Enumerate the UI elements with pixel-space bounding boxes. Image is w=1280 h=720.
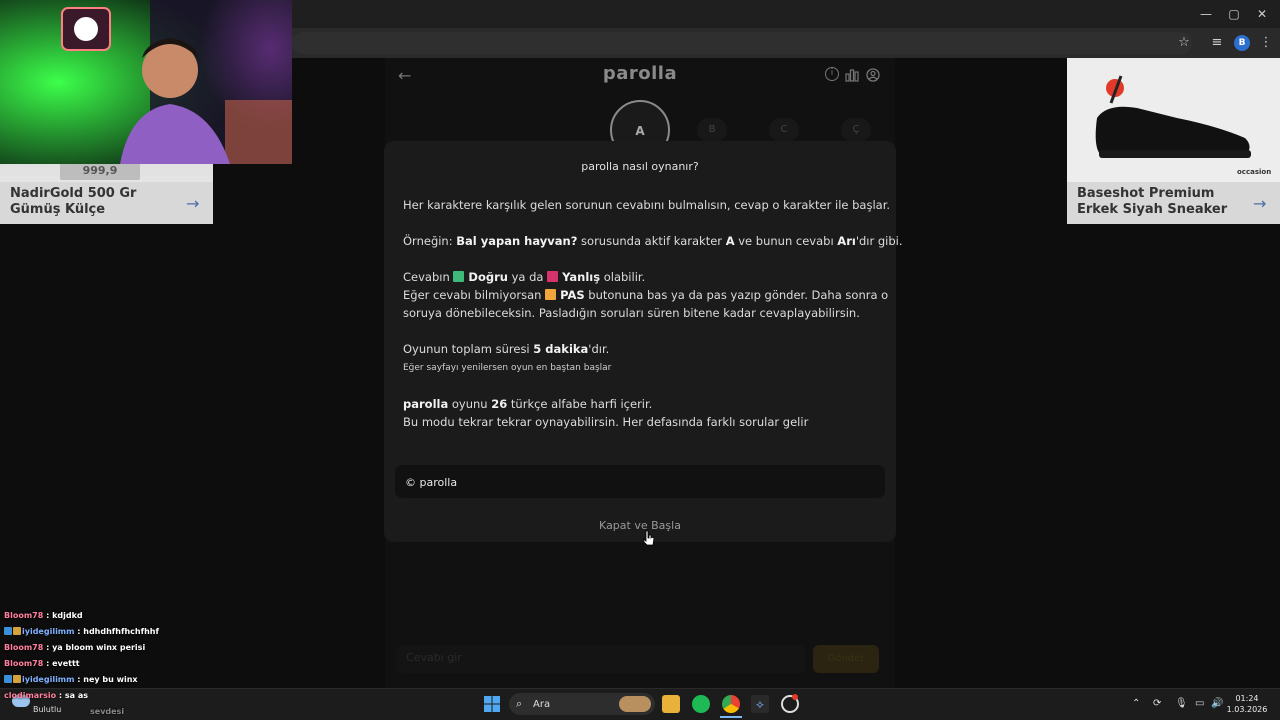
mouse-cursor-icon — [643, 530, 655, 546]
rule-refresh-note: Eğer sayfayı yenilersen oyun en baştan b… — [403, 363, 612, 373]
star-icon[interactable]: ☆ — [1176, 35, 1192, 51]
chat-message: iyidegilimm : ney bu winx — [4, 675, 138, 684]
letter-c-cedilla: Ç — [841, 118, 871, 142]
rule-duration: Oyunun toplam süresi 5 dakika'dır. — [403, 342, 610, 356]
search-icon: ⌕ — [516, 697, 523, 710]
pass-color-icon — [545, 289, 557, 300]
user-icon[interactable] — [866, 67, 880, 82]
wrong-color-icon — [547, 271, 559, 282]
chat-message: Bloom78 : evettt — [4, 659, 80, 668]
chat-badge-icon — [4, 675, 12, 683]
ad-right-image: occasion — [1067, 58, 1280, 182]
spotify-icon[interactable] — [692, 695, 710, 713]
address-bar[interactable] — [292, 32, 1192, 54]
copyright-text: © parolla — [405, 476, 458, 489]
chat-badge-icon — [4, 627, 12, 635]
arrow-right-icon[interactable]: → — [186, 194, 199, 213]
info-icon[interactable]: i — [825, 67, 839, 81]
webcam-overlay — [0, 0, 292, 164]
back-arrow-icon[interactable]: ← — [398, 66, 411, 85]
modal-footer-box — [395, 465, 885, 498]
rule-pass: Eğer cevabı bilmiyorsan PAS butonuna bas… — [403, 288, 889, 302]
search-highlight-image — [619, 696, 651, 712]
rule-example: Örneğin: Bal yapan hayvan? sorusunda akt… — [403, 234, 903, 248]
modal-title: parolla nasıl oynanır? — [581, 160, 699, 173]
media-icon[interactable]: ≡ — [1209, 35, 1225, 51]
chat-message: Bloom78 : ya bloom winx perisi — [4, 643, 146, 652]
minimize-icon[interactable]: — — [1198, 6, 1214, 22]
ad-right[interactable]: occasion Baseshot Premium Erkek Siyah Sn… — [1067, 58, 1280, 224]
profile-avatar[interactable]: B — [1234, 35, 1250, 51]
chat-badge-icon — [13, 627, 21, 635]
sync-icon[interactable]: ⟳ — [1153, 698, 1161, 709]
ad-right-brand: occasion — [1237, 168, 1272, 176]
maximize-icon[interactable]: ▢ — [1226, 6, 1242, 22]
chat-message: Bloom78 : kdjdkd — [4, 611, 83, 620]
close-and-start-button[interactable]: Kapat ve Başla — [384, 519, 896, 532]
windows-start-icon[interactable] — [484, 696, 500, 712]
chat-badge-icon — [13, 675, 21, 683]
close-icon[interactable]: ✕ — [1254, 6, 1270, 22]
rule-pass-continued: soruya dönebileceksin. Pasladığın sorula… — [403, 306, 860, 320]
game-logo: parolla — [602, 63, 678, 84]
letter-b: B — [697, 118, 727, 142]
rule-letters: parolla oyunu 26 türkçe alfabe harfi içe… — [403, 397, 653, 411]
ad-left-title: NadirGold 500 Gr Gümüş Külçe — [10, 186, 137, 217]
sneaker-image — [1095, 75, 1251, 158]
ad-right-title: Baseshot Premium Erkek Siyah Sneaker — [1077, 186, 1228, 217]
app-icon[interactable]: ⟡ — [751, 695, 769, 713]
chevron-up-icon[interactable]: ⌃ — [1132, 698, 1140, 709]
file-explorer-icon[interactable] — [662, 695, 680, 713]
stats-icon[interactable] — [845, 67, 859, 82]
search-label: Ara — [533, 699, 551, 710]
rule-replay: Bu modu tekrar tekrar oynayabilirsin. He… — [403, 415, 809, 429]
weather-label: Bulutlu — [33, 705, 62, 714]
chat-message: clodimarsio : sa as — [4, 691, 89, 700]
menu-icon[interactable]: ⋮ — [1258, 35, 1274, 51]
letter-c: C — [769, 118, 799, 142]
arrow-right-icon[interactable]: → — [1253, 194, 1266, 213]
notification-dot — [792, 694, 798, 700]
ad-left-price-tag: 999,9 — [60, 162, 140, 180]
active-app-indicator — [720, 716, 742, 718]
display-icon[interactable]: ▭ — [1195, 698, 1204, 709]
rule-paragraph-1: Her karaktere karşılık gelen sorunun cev… — [403, 198, 891, 212]
send-button[interactable]: Gönder — [813, 645, 879, 673]
chrome-icon[interactable] — [722, 695, 740, 713]
rule-answer-types: Cevabın Doğru ya da Yanlış olabilir. — [403, 270, 646, 284]
answer-input[interactable]: Cevabı gir — [396, 645, 806, 673]
correct-color-icon — [453, 271, 465, 282]
microphone-icon[interactable]: 🎙 — [1175, 698, 1188, 709]
clock[interactable]: 01:24 1.03.2026 — [1222, 693, 1272, 715]
chat-message: iyidegilimm : hdhdhfhfhchfhhf — [4, 627, 159, 636]
streamer-camera-image — [0, 0, 292, 164]
chat-message: sevdesi — [90, 707, 125, 716]
